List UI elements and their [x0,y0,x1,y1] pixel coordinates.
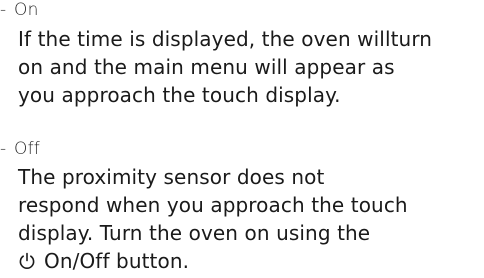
option-on-title: - On [0,0,39,20]
description-line: you approach the touch display. [18,83,341,107]
description-line: The proximity sensor does not [18,165,325,189]
option-title-text: Off [14,139,40,159]
description-line: on and the main menu will appear as [18,55,395,79]
list-dash: - [0,139,7,159]
option-title-text: On [14,0,39,20]
option-off-title: - Off [0,139,40,159]
description-line: If the time is displayed, the oven willt… [18,27,433,51]
instruction-document: - On If the time is displayed, the oven w… [0,0,484,278]
option-off-description: The proximity sensor does not respond wh… [18,163,478,275]
description-line: display. Turn the oven on using the [18,221,371,245]
power-icon [19,252,35,269]
list-dash: - [0,0,7,20]
description-line: respond when you approach the touch [18,193,408,217]
description-line-button: On/Off button. [18,247,478,275]
option-on-description: If the time is displayed, the oven willt… [18,25,478,109]
on-off-button-label: On/Off button. [44,249,190,273]
